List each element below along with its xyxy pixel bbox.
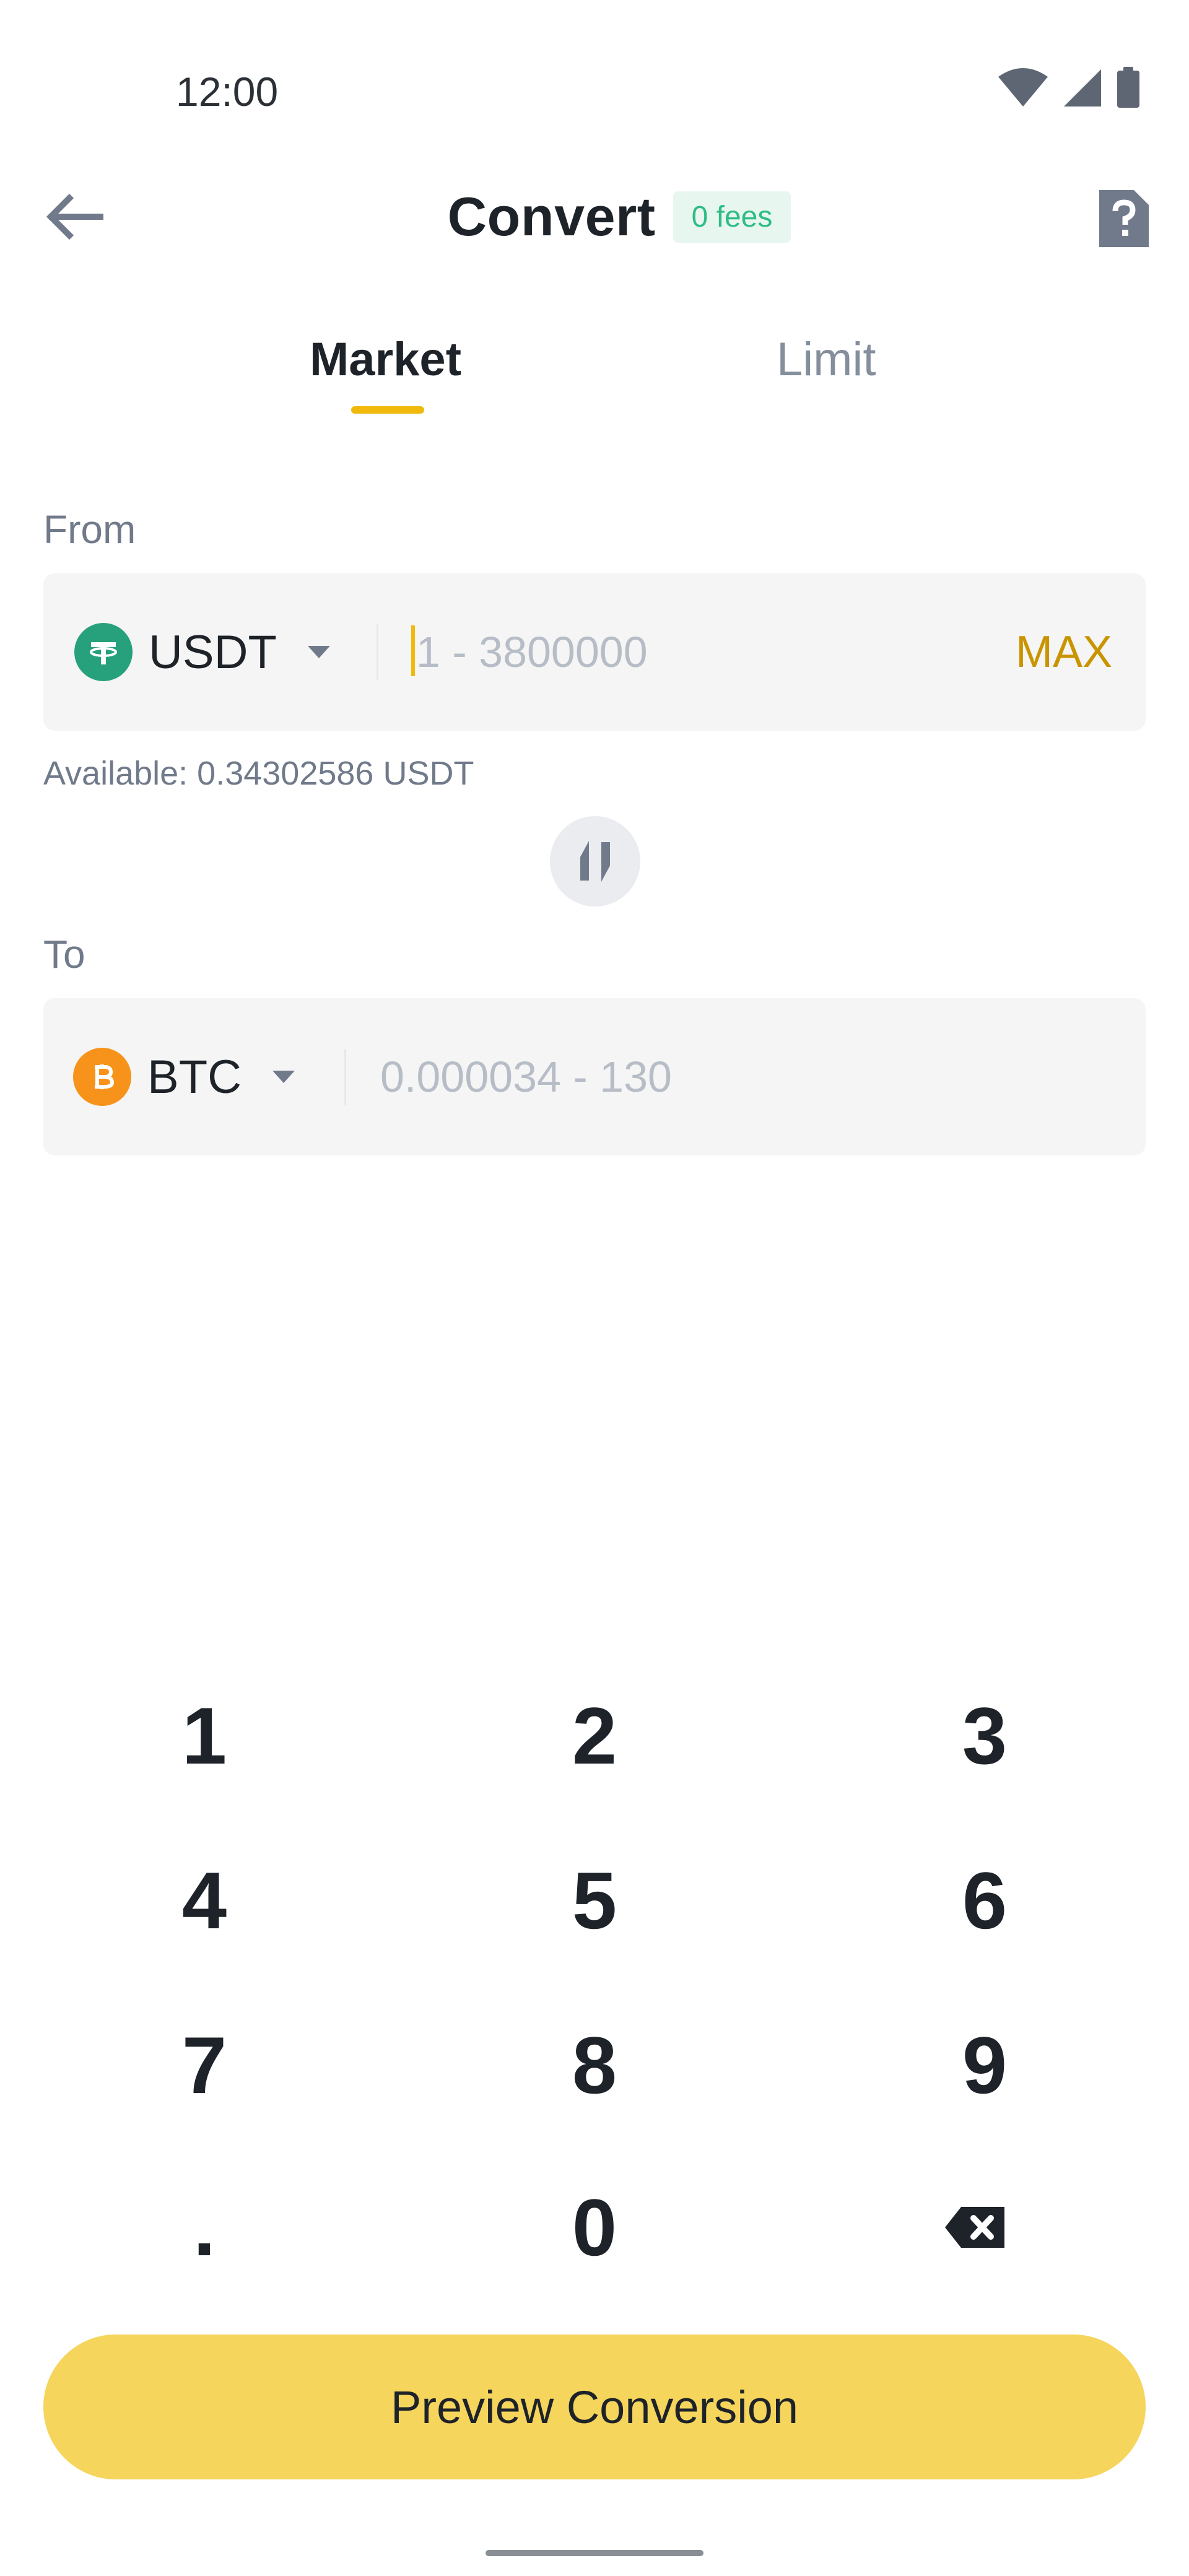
help-document-icon [1099, 190, 1149, 247]
swap-button[interactable] [550, 816, 640, 907]
tab-bar: Market Limit [0, 310, 1189, 421]
preview-conversion-button[interactable]: Preview Conversion [43, 2334, 1146, 2479]
active-tab-indicator [351, 406, 424, 414]
to-amount-input[interactable] [380, 1037, 1111, 1117]
header: Convert 0 fees [0, 161, 1189, 272]
key-decimal[interactable]: . [6, 2145, 403, 2310]
key-9[interactable]: 9 [786, 1983, 1183, 2147]
key-6[interactable]: 6 [786, 1818, 1183, 1983]
chevron-down-icon [307, 646, 330, 658]
field-divider [377, 624, 378, 680]
key-2[interactable]: 2 [396, 1653, 793, 1818]
to-asset-name: BTC [147, 1050, 242, 1103]
to-asset-selector[interactable]: BTC [73, 998, 295, 1155]
help-button[interactable] [1090, 185, 1158, 253]
key-3[interactable]: 3 [786, 1653, 1183, 1818]
available-balance: Available: 0.34302586 USDT [43, 755, 474, 792]
chevron-down-icon [272, 1071, 295, 1083]
status-icons [997, 67, 1141, 109]
from-amount-input[interactable] [416, 612, 973, 692]
cellular-signal-icon [1064, 69, 1101, 107]
page-title: Convert [447, 186, 656, 247]
key-7[interactable]: 7 [6, 1983, 403, 2147]
text-cursor [411, 625, 415, 676]
field-divider [344, 1049, 346, 1105]
status-bar: 12:00 [0, 0, 1189, 149]
tab-limit[interactable]: Limit [777, 322, 876, 396]
tab-market[interactable]: Market [310, 322, 461, 396]
home-indicator[interactable] [486, 2550, 703, 2556]
tether-icon [74, 623, 133, 681]
key-4[interactable]: 4 [6, 1818, 403, 1983]
backspace-icon [945, 2207, 1004, 2248]
title-group: Convert 0 fees [0, 186, 1189, 248]
swap-vertical-icon [580, 841, 610, 882]
key-8[interactable]: 8 [396, 1983, 793, 2147]
max-button[interactable]: MAX [1016, 573, 1112, 731]
fees-badge: 0 fees [673, 191, 791, 243]
from-asset-name: USDT [149, 625, 277, 679]
from-asset-selector[interactable]: USDT [74, 573, 330, 731]
key-0[interactable]: 0 [396, 2145, 793, 2310]
bitcoin-icon [73, 1048, 131, 1106]
status-time: 12:00 [176, 69, 279, 115]
to-field: BTC [43, 998, 1146, 1155]
from-field: USDT MAX [43, 573, 1146, 731]
key-backspace[interactable] [777, 2145, 1173, 2310]
key-1[interactable]: 1 [6, 1653, 403, 1818]
battery-icon [1117, 67, 1139, 108]
from-label: From [43, 507, 136, 552]
key-5[interactable]: 5 [396, 1818, 793, 1983]
wifi-icon [998, 68, 1048, 107]
to-label: To [43, 932, 85, 977]
